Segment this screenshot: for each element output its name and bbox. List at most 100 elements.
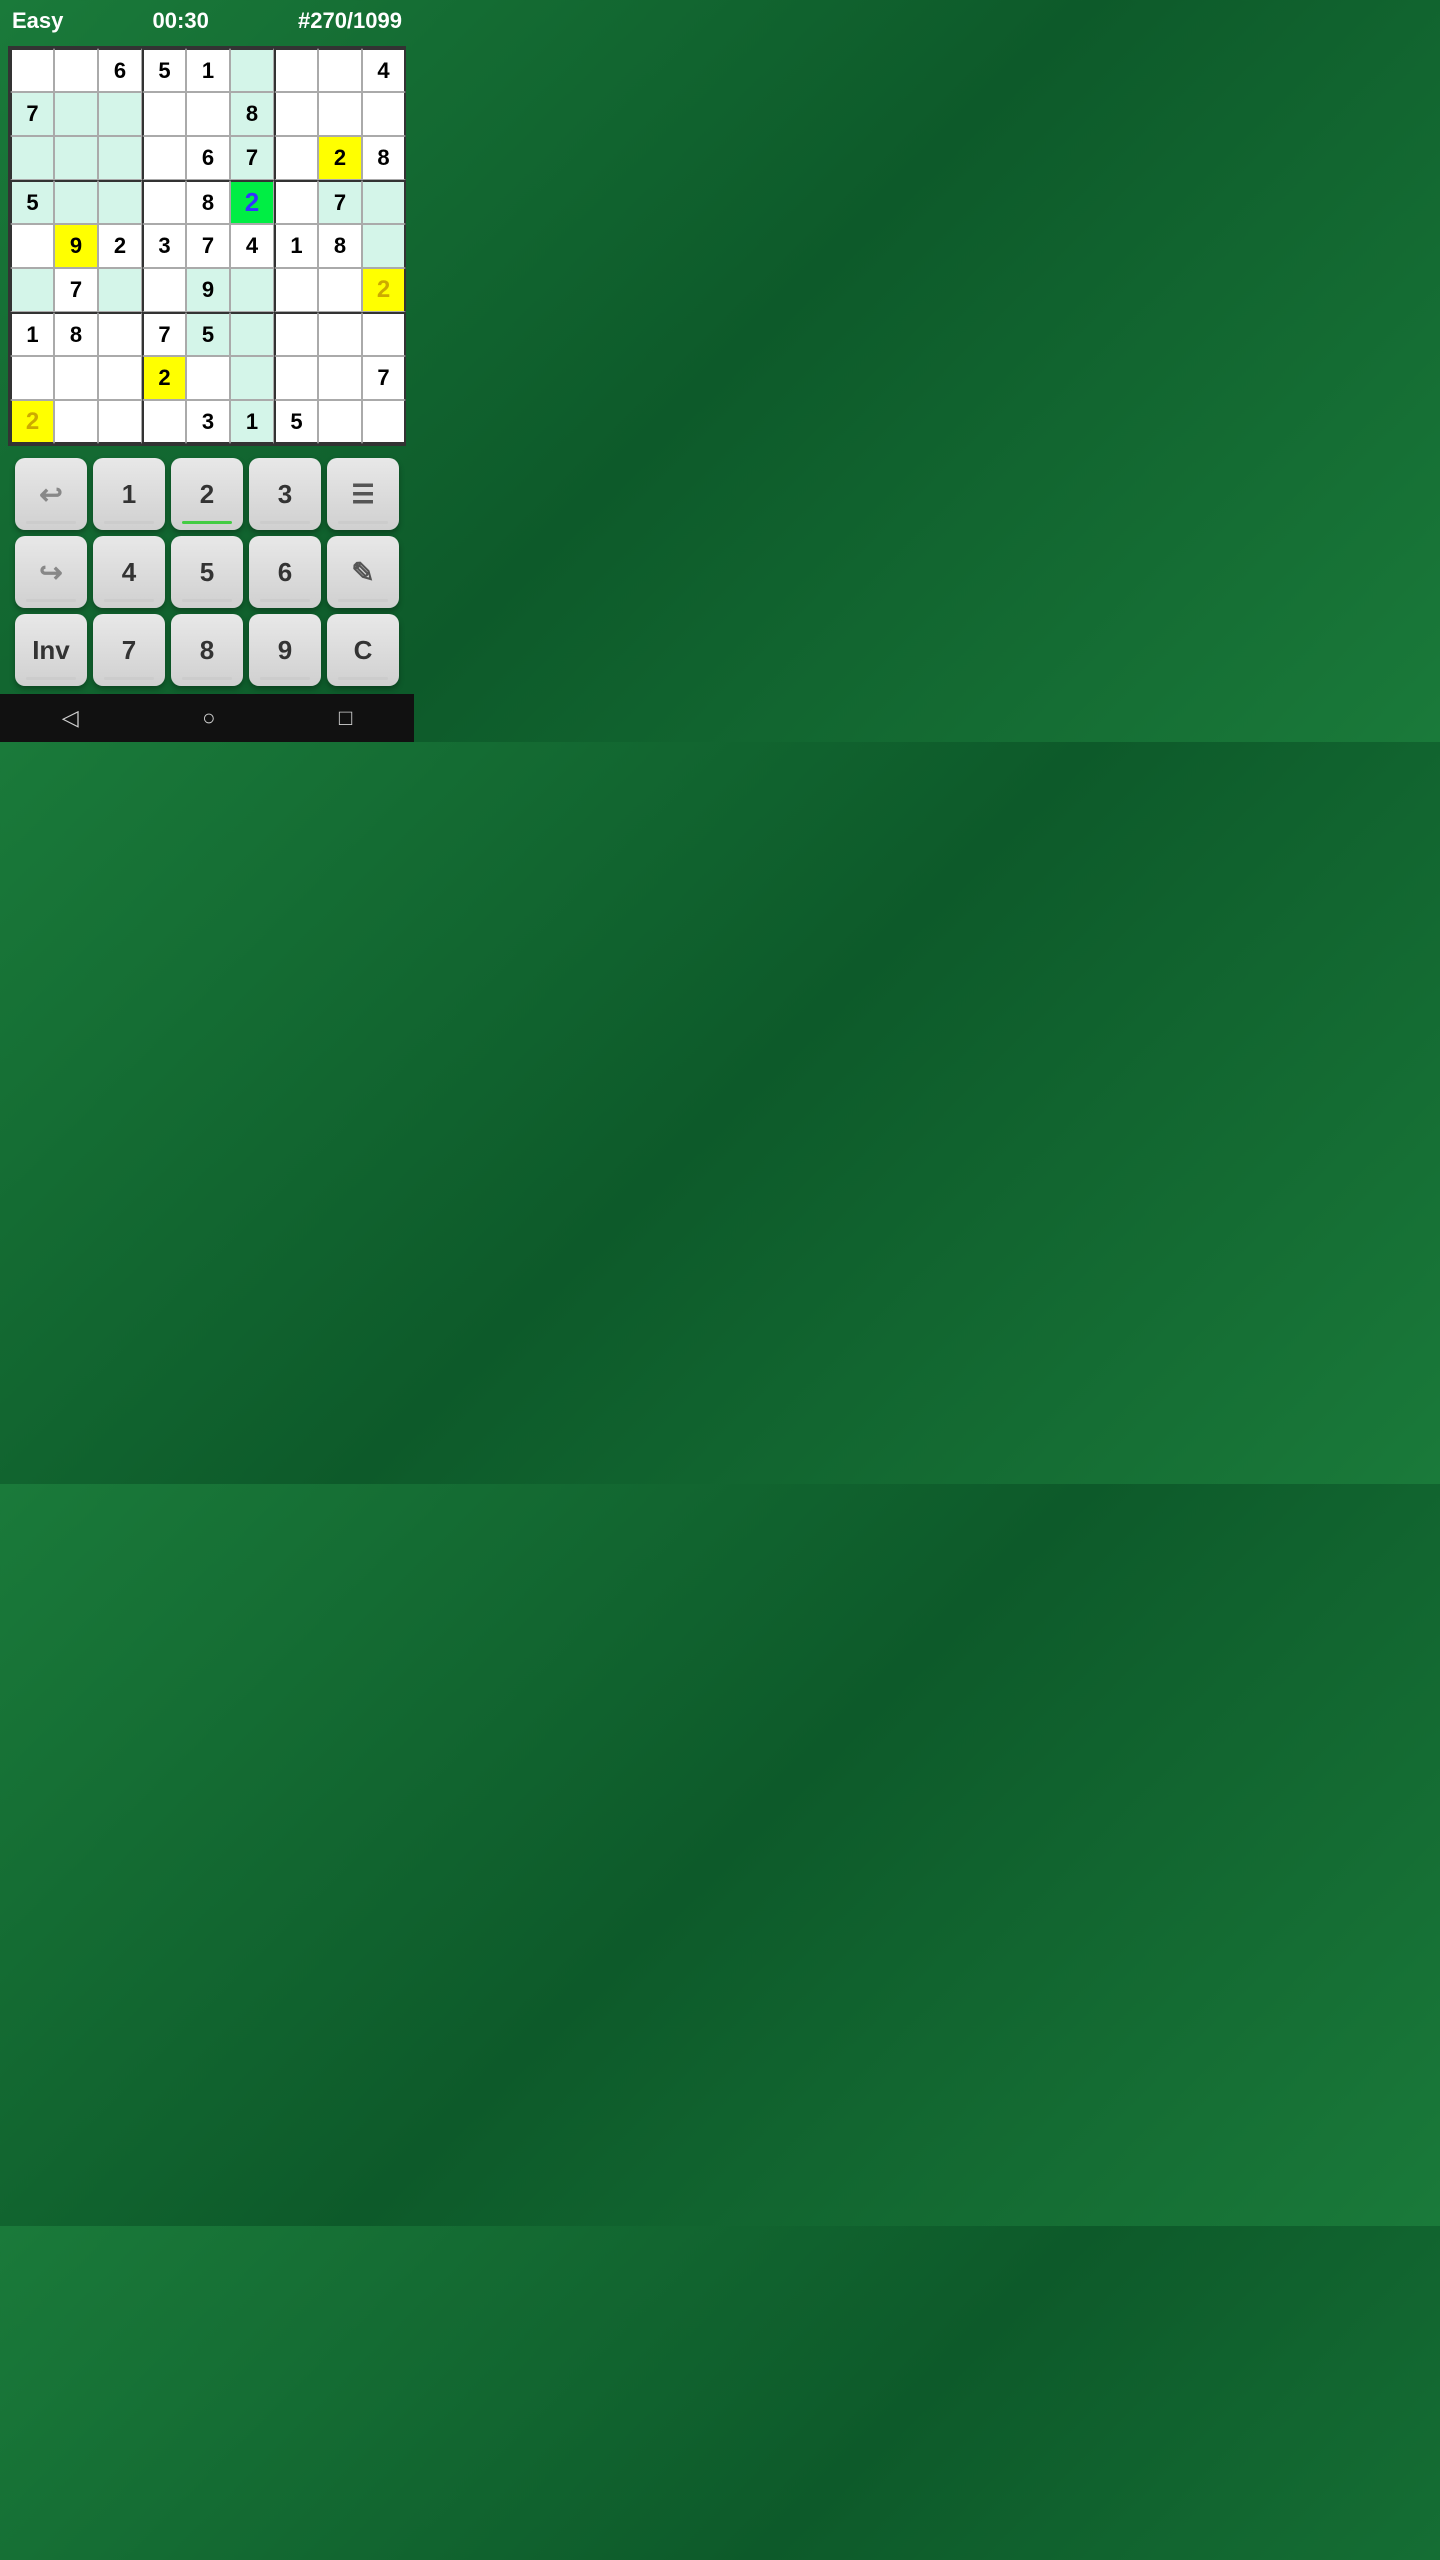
- cell[interactable]: [54, 92, 98, 136]
- key-btn-menu[interactable]: ☰: [327, 458, 399, 530]
- cell[interactable]: 7: [230, 136, 274, 180]
- cell[interactable]: 8: [186, 180, 230, 224]
- cell[interactable]: 2: [230, 180, 274, 224]
- cell[interactable]: [98, 268, 142, 312]
- cell[interactable]: [274, 312, 318, 356]
- cell[interactable]: 5: [142, 48, 186, 92]
- sudoku-grid[interactable]: 6514786728582792374187921875272315: [8, 46, 406, 446]
- cell[interactable]: 9: [54, 224, 98, 268]
- cell[interactable]: [54, 48, 98, 92]
- key-btn-redo[interactable]: ↪: [15, 536, 87, 608]
- cell[interactable]: [10, 48, 54, 92]
- cell[interactable]: [142, 400, 186, 444]
- key-btn-undo[interactable]: ↩: [15, 458, 87, 530]
- cell[interactable]: [142, 136, 186, 180]
- cell[interactable]: [274, 92, 318, 136]
- cell[interactable]: [230, 312, 274, 356]
- cell[interactable]: [318, 92, 362, 136]
- cell[interactable]: 2: [362, 268, 406, 312]
- cell[interactable]: [274, 180, 318, 224]
- cell[interactable]: 7: [186, 224, 230, 268]
- cell[interactable]: 8: [230, 92, 274, 136]
- cell[interactable]: [142, 92, 186, 136]
- key-btn-number[interactable]: 3: [249, 458, 321, 530]
- cell[interactable]: 8: [362, 136, 406, 180]
- cell[interactable]: [318, 312, 362, 356]
- cell[interactable]: 3: [186, 400, 230, 444]
- cell[interactable]: [318, 268, 362, 312]
- cell[interactable]: [98, 136, 142, 180]
- cell[interactable]: [274, 136, 318, 180]
- cell[interactable]: 7: [318, 180, 362, 224]
- key-btn-number[interactable]: 6: [249, 536, 321, 608]
- cell[interactable]: [318, 48, 362, 92]
- key-btn-number[interactable]: 2: [171, 458, 243, 530]
- cell[interactable]: [54, 400, 98, 444]
- cell[interactable]: 9: [186, 268, 230, 312]
- cell[interactable]: 2: [98, 224, 142, 268]
- cell[interactable]: [274, 356, 318, 400]
- cell[interactable]: 7: [142, 312, 186, 356]
- cell[interactable]: [362, 224, 406, 268]
- cell[interactable]: 1: [186, 48, 230, 92]
- cell[interactable]: 2: [10, 400, 54, 444]
- cell[interactable]: [10, 224, 54, 268]
- cell[interactable]: [10, 268, 54, 312]
- cell[interactable]: [274, 48, 318, 92]
- cell[interactable]: 1: [10, 312, 54, 356]
- cell[interactable]: 3: [142, 224, 186, 268]
- cell[interactable]: [230, 356, 274, 400]
- cell[interactable]: [186, 356, 230, 400]
- key-btn-clear[interactable]: C: [327, 614, 399, 686]
- cell[interactable]: 5: [186, 312, 230, 356]
- cell[interactable]: [54, 136, 98, 180]
- cell[interactable]: [54, 356, 98, 400]
- cell[interactable]: 7: [362, 356, 406, 400]
- key-btn-number[interactable]: 1: [93, 458, 165, 530]
- cell[interactable]: 4: [230, 224, 274, 268]
- cell[interactable]: 6: [186, 136, 230, 180]
- home-icon[interactable]: ○: [202, 705, 215, 731]
- cell[interactable]: 5: [10, 180, 54, 224]
- cell[interactable]: [318, 400, 362, 444]
- cell[interactable]: 5: [274, 400, 318, 444]
- cell[interactable]: 7: [54, 268, 98, 312]
- cell[interactable]: [230, 48, 274, 92]
- cell[interactable]: [98, 180, 142, 224]
- key-btn-number[interactable]: 4: [93, 536, 165, 608]
- cell[interactable]: 8: [54, 312, 98, 356]
- key-btn-number[interactable]: 7: [93, 614, 165, 686]
- cell[interactable]: [10, 136, 54, 180]
- cell[interactable]: 7: [10, 92, 54, 136]
- key-btn-number[interactable]: 9: [249, 614, 321, 686]
- cell[interactable]: [142, 268, 186, 312]
- cell[interactable]: 8: [318, 224, 362, 268]
- cell[interactable]: [98, 312, 142, 356]
- cell[interactable]: 4: [362, 48, 406, 92]
- cell[interactable]: [318, 356, 362, 400]
- cell[interactable]: [98, 356, 142, 400]
- cell[interactable]: [186, 92, 230, 136]
- cell[interactable]: [98, 92, 142, 136]
- cell[interactable]: [362, 92, 406, 136]
- cell[interactable]: 6: [98, 48, 142, 92]
- cell[interactable]: [98, 400, 142, 444]
- cell[interactable]: [142, 180, 186, 224]
- cell[interactable]: 1: [230, 400, 274, 444]
- cell[interactable]: 1: [274, 224, 318, 268]
- cell[interactable]: [362, 400, 406, 444]
- key-btn-number[interactable]: 5: [171, 536, 243, 608]
- cell[interactable]: [230, 268, 274, 312]
- recent-icon[interactable]: □: [339, 705, 352, 731]
- cell[interactable]: 2: [318, 136, 362, 180]
- cell[interactable]: [362, 180, 406, 224]
- cell[interactable]: [54, 180, 98, 224]
- cell[interactable]: 2: [142, 356, 186, 400]
- cell[interactable]: [362, 312, 406, 356]
- back-icon[interactable]: ◁: [62, 705, 79, 731]
- cell[interactable]: [274, 268, 318, 312]
- cell[interactable]: [10, 356, 54, 400]
- key-btn-number[interactable]: 8: [171, 614, 243, 686]
- key-btn-inv[interactable]: Inv: [15, 614, 87, 686]
- key-btn-pencil[interactable]: ✎: [327, 536, 399, 608]
